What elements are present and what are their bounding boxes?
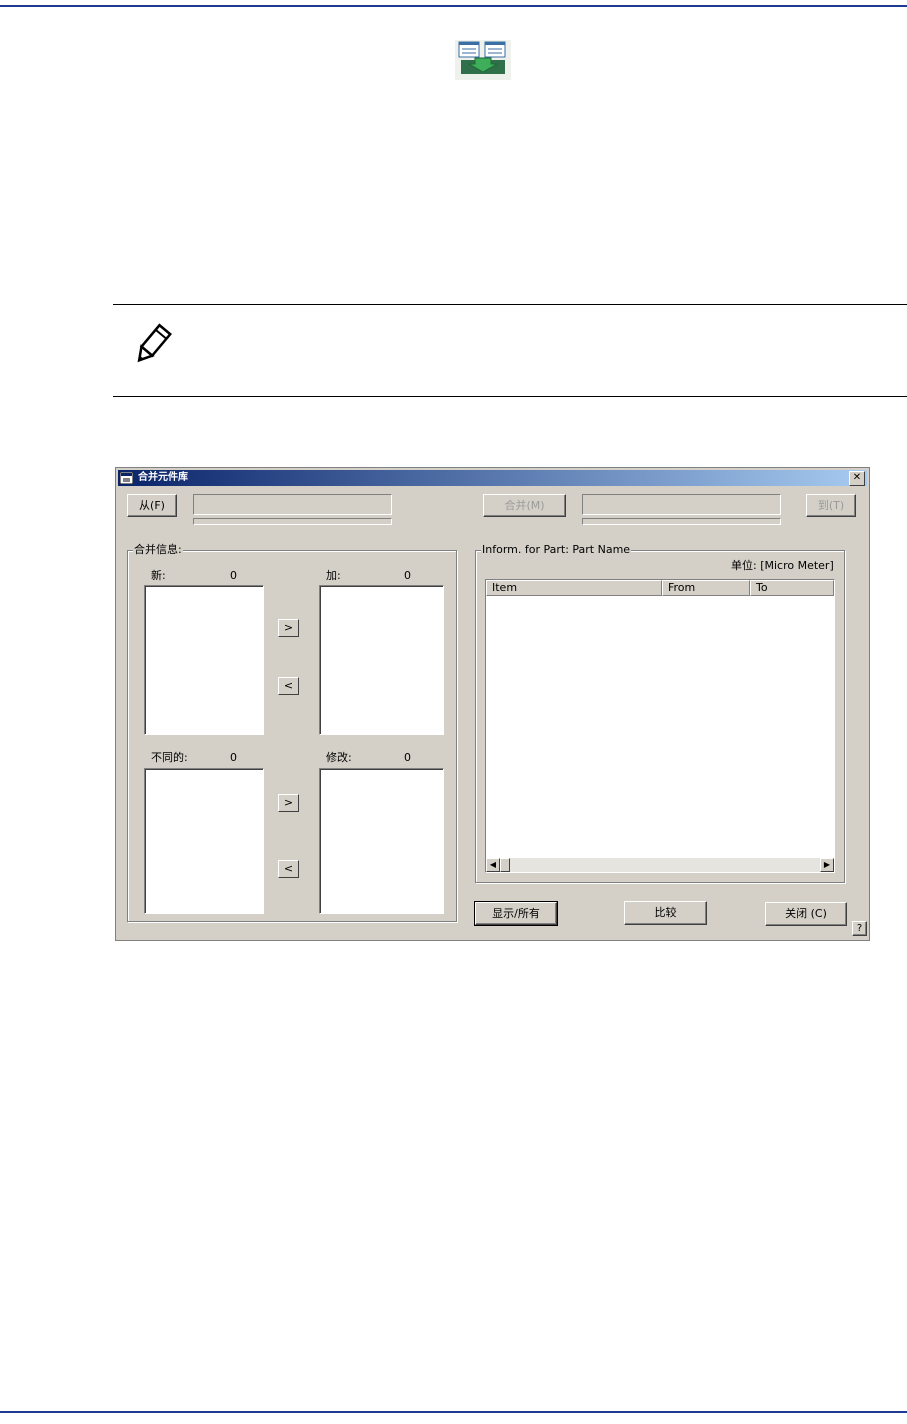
footer-rule [0,1411,907,1413]
diff-label: 不同的: [151,751,188,764]
note-pencil-icon [137,323,172,363]
move-right-top-button[interactable]: > [278,619,299,637]
column-header-from[interactable]: From [662,580,750,596]
diff-list[interactable] [144,768,264,914]
move-right-bottom-button[interactable]: > [278,794,299,812]
modify-label: 修改: [326,751,352,764]
scroll-thumb[interactable] [500,858,510,872]
from-progress [193,518,392,525]
help-button[interactable]: ? [852,921,867,936]
modify-count: 0 [404,751,411,764]
close-button[interactable]: 关闭 (C) [765,902,847,926]
unit-label: 单位: [Micro Meter] [731,559,834,572]
column-header-item[interactable]: Item [486,580,662,596]
to-path-field[interactable] [582,494,781,515]
from-path-field[interactable] [193,494,392,515]
merge-button[interactable]: 合并(M) [483,494,566,517]
compare-button[interactable]: 比较 [624,901,707,925]
window-icon [120,472,133,484]
dialog-titlebar: 合并元件库 ✕ [118,470,867,486]
to-button[interactable]: 到(T) [806,494,856,517]
from-button[interactable]: 从(F) [127,494,177,517]
to-progress [582,518,781,525]
add-count: 0 [404,569,411,582]
scroll-left-icon[interactable]: ◀ [486,858,500,872]
merge-library-icon [455,40,511,80]
move-left-bottom-button[interactable]: < [278,860,299,878]
move-left-top-button[interactable]: < [278,677,299,695]
column-header-to[interactable]: To [750,580,834,596]
horizontal-scrollbar[interactable]: ◀ ▶ [486,858,834,872]
dialog-title: 合并元件库 [138,472,188,483]
compare-listview[interactable]: Item From To ◀ ▶ [485,579,835,873]
merge-info-label: 合并信息: [133,543,183,556]
diff-count: 0 [230,751,237,764]
new-label: 新: [151,569,166,582]
add-list[interactable] [319,585,444,735]
note-top-rule [113,304,907,305]
note-bottom-rule [113,396,907,397]
header-rule [0,5,907,7]
show-all-button[interactable]: 显示/所有 [474,901,558,926]
close-icon[interactable]: ✕ [849,471,865,486]
modify-list[interactable] [319,768,444,914]
new-list[interactable] [144,585,264,735]
inform-group-label: Inform. for Part: Part Name [481,543,632,556]
scroll-right-icon[interactable]: ▶ [820,858,834,872]
add-label: 加: [326,569,341,582]
new-count: 0 [230,569,237,582]
